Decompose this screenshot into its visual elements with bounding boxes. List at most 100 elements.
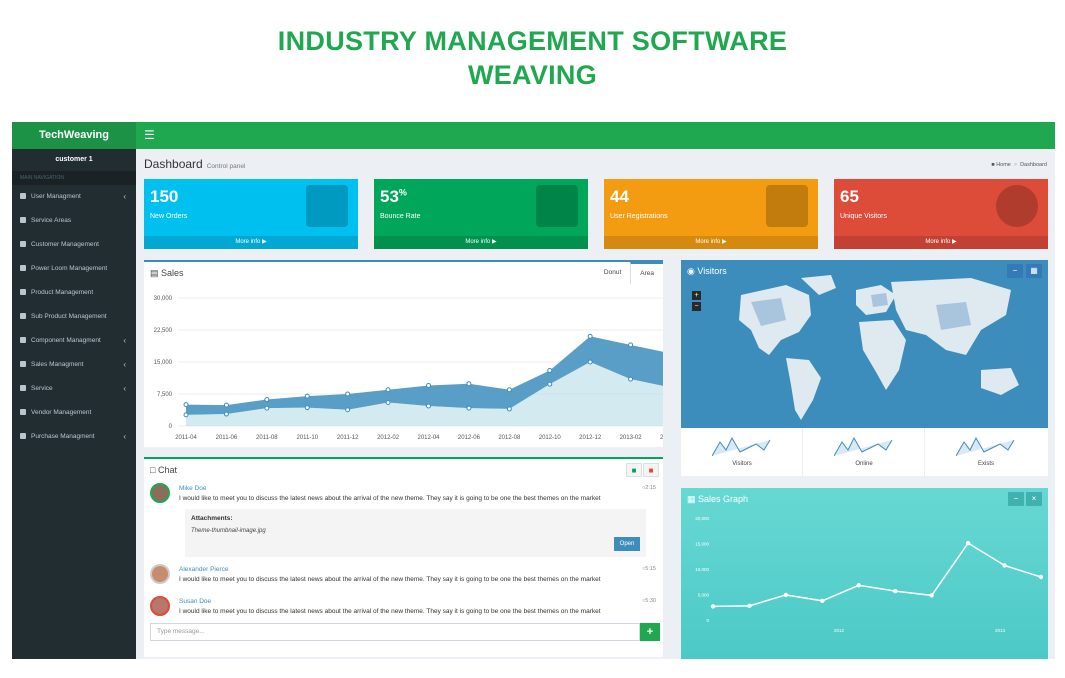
sidebar-item-label: Vendor Management bbox=[31, 409, 92, 416]
data-point bbox=[264, 405, 270, 411]
sidebar-section-header: MAIN NAVIGATION bbox=[12, 171, 136, 185]
tab-donut[interactable]: Donut bbox=[595, 262, 630, 284]
chat-status-red-button[interactable]: ■ bbox=[643, 463, 659, 477]
more-info-link[interactable]: More info ▶ bbox=[374, 236, 588, 249]
more-info-link[interactable]: More info ▶ bbox=[604, 236, 818, 249]
chevron-left-icon: ‹ bbox=[123, 192, 126, 201]
data-point bbox=[506, 406, 512, 412]
sales-line bbox=[712, 542, 1042, 608]
menu-item-icon bbox=[20, 409, 26, 416]
data-point bbox=[223, 411, 229, 417]
data-point bbox=[856, 583, 861, 588]
sales-panel: ▤ Sales Donut Area 0 7,500 15,000 22,500 30,… bbox=[144, 260, 663, 447]
sidebar-item[interactable]: Vendor Management bbox=[12, 401, 136, 425]
more-info-label: More info bbox=[695, 239, 721, 245]
page-title-text: Dashboard bbox=[144, 157, 203, 171]
banner-title: INDUSTRY MANAGEMENT SOFTWARE bbox=[277, 26, 788, 56]
chat-sender[interactable]: Alexander Pierce bbox=[179, 566, 229, 573]
sidebar-item[interactable]: Service ‹ bbox=[12, 377, 136, 401]
data-point bbox=[1038, 574, 1044, 580]
chat-message: Susan Doe ○5:30 I would like to meet you… bbox=[150, 596, 660, 624]
y-tick-label: 20,000 bbox=[695, 516, 709, 521]
chat-status-green-button[interactable]: ■ bbox=[626, 463, 642, 477]
data-point bbox=[466, 405, 472, 411]
chat-message-input[interactable]: Type message... bbox=[150, 623, 640, 641]
sidebar-item[interactable]: Customer Management bbox=[12, 233, 136, 257]
minimize-button[interactable]: − bbox=[1008, 492, 1024, 506]
chat-panel-header: □ Chat bbox=[150, 465, 177, 475]
x-tick-label: 2012-10 bbox=[539, 435, 562, 441]
data-point bbox=[747, 603, 752, 609]
sparkline-cell: Visitors bbox=[681, 428, 803, 476]
stat-value-number: 65 bbox=[840, 187, 859, 206]
chat-time-value: 5:30 bbox=[645, 598, 656, 604]
menu-toggle-icon[interactable]: ☰ bbox=[144, 128, 155, 142]
stat-label: Unique Visitors bbox=[840, 213, 887, 220]
sidebar-item-label: Customer Management bbox=[31, 241, 99, 248]
stat-value-number: 150 bbox=[150, 187, 179, 206]
arrow-circle-right-icon: ▶ bbox=[260, 239, 267, 245]
more-info-label: More info bbox=[235, 239, 261, 245]
page: INDUSTRY MANAGEMENT SOFTWARE WEAVING Tec… bbox=[0, 0, 1065, 678]
close-button[interactable]: × bbox=[1026, 492, 1042, 506]
user-plus-icon bbox=[766, 185, 808, 227]
chat-sender[interactable]: Susan Doe bbox=[179, 598, 211, 605]
data-point bbox=[345, 391, 351, 397]
tab-area[interactable]: Area bbox=[630, 262, 663, 284]
chat-attachment: Attachments: Theme-thumbnail-image.jpg O… bbox=[185, 509, 646, 557]
data-point bbox=[304, 393, 310, 399]
y-tick-label: 10,000 bbox=[695, 567, 709, 572]
menu-item-icon bbox=[20, 337, 26, 344]
sidebar-item[interactable]: Product Management bbox=[12, 281, 136, 305]
sidebar-item[interactable]: User Managment ‹ bbox=[12, 185, 136, 209]
chevron-left-icon: ‹ bbox=[123, 384, 126, 393]
sidebar-item[interactable]: Sub Product Management bbox=[12, 305, 136, 329]
sidebar: customer 1 MAIN NAVIGATION User Managmen… bbox=[12, 149, 136, 659]
sales-line-chart: 0 5,000 10,000 15,000 20,000 2012 2013 bbox=[695, 516, 1044, 633]
chat-send-button[interactable]: + bbox=[640, 623, 660, 641]
breadcrumb-home[interactable]: Home bbox=[996, 162, 1011, 168]
sparkline-label: Online bbox=[855, 461, 873, 467]
sidebar-item-label: Component Managment bbox=[31, 337, 101, 344]
bar-chart-icon bbox=[536, 185, 578, 227]
open-button[interactable]: Open bbox=[614, 537, 640, 551]
data-point bbox=[820, 598, 825, 603]
sidebar-item[interactable]: Service Areas bbox=[12, 209, 136, 233]
chat-sender[interactable]: Mike Doe bbox=[179, 485, 206, 492]
stat-value: 65 bbox=[840, 187, 859, 207]
sidebar-item[interactable]: Sales Managment ‹ bbox=[12, 353, 136, 377]
x-tick-label: 2012-12 bbox=[579, 435, 602, 441]
data-point bbox=[628, 342, 634, 348]
chat-message: Alexander Pierce ○5:15 I would like to m… bbox=[150, 564, 660, 592]
data-point bbox=[783, 592, 789, 598]
attachment-file-name: Theme-thumbnail-image.jpg bbox=[191, 528, 266, 534]
pie-chart-icon bbox=[996, 185, 1038, 227]
menu-item-icon bbox=[20, 193, 26, 200]
sidebar-item[interactable]: Power Loom Management bbox=[12, 257, 136, 281]
attachments-label: Attachments: bbox=[191, 515, 233, 522]
data-point bbox=[183, 402, 189, 408]
sidebar-item[interactable]: Component Managment ‹ bbox=[12, 329, 136, 353]
stat-value: 53% bbox=[380, 187, 407, 207]
data-point bbox=[385, 387, 391, 393]
sidebar-item-label: Product Management bbox=[31, 289, 94, 296]
sales-area-chart: 0 7,500 15,000 22,500 30,000 2011-04 2011-06 20… bbox=[154, 296, 663, 441]
visitors-panel: ◉ Visitors − ▦ + − Visitors Online Exist… bbox=[681, 260, 1048, 476]
more-info-label: More info bbox=[925, 239, 951, 245]
menu-item-icon bbox=[20, 385, 26, 392]
data-point bbox=[183, 412, 189, 418]
x-tick-label: 2012-08 bbox=[498, 435, 521, 441]
page-title: Dashboard Control panel bbox=[144, 157, 245, 171]
more-info-link[interactable]: More info ▶ bbox=[834, 236, 1048, 249]
sidebar-item[interactable]: Purchase Managment ‹ bbox=[12, 425, 136, 449]
stat-value-number: 44 bbox=[610, 187, 629, 206]
data-point bbox=[547, 381, 553, 387]
y-tick-label: 15,000 bbox=[154, 360, 173, 366]
data-point bbox=[929, 593, 934, 598]
y-tick-label: 0 bbox=[169, 424, 173, 430]
chat-time: ○5:30 bbox=[642, 598, 656, 604]
app-logo[interactable]: TechWeaving bbox=[12, 122, 136, 149]
more-info-link[interactable]: More info ▶ bbox=[144, 236, 358, 249]
stat-box: 65 Unique Visitors More info ▶ bbox=[834, 179, 1048, 249]
data-point bbox=[385, 400, 391, 406]
